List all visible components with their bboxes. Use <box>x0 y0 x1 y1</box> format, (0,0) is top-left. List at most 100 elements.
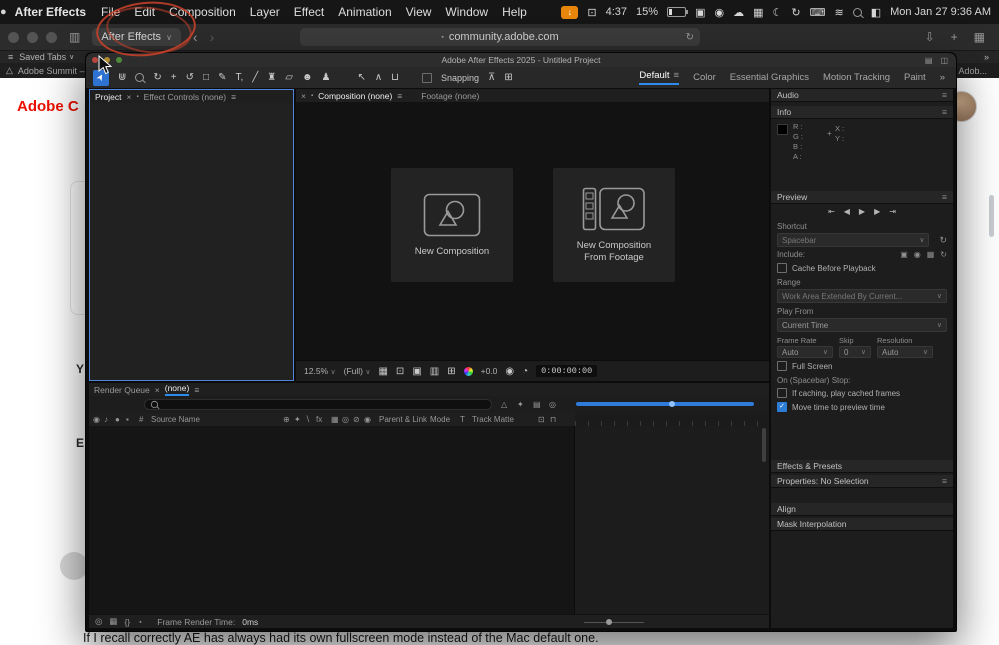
preview-time-icon[interactable]: ◔ <box>522 366 528 377</box>
panel-menu-icon[interactable]: ≡ <box>942 192 947 202</box>
transparency-grid-icon[interactable]: ▥ <box>430 366 439 377</box>
close-window-button[interactable] <box>8 31 19 43</box>
panel-menu-icon[interactable]: ≡ <box>231 92 236 102</box>
solo-column-icon[interactable]: ● <box>115 415 120 424</box>
tab-render-queue[interactable]: Render Queue <box>94 385 150 395</box>
column-parent-link[interactable]: Parent & Link <box>379 415 427 424</box>
snapping-checkbox[interactable] <box>421 72 432 83</box>
workspace-menu-icon[interactable]: ≡ <box>674 70 680 81</box>
shape-tool[interactable]: □ <box>203 72 209 83</box>
camera-icon[interactable]: ◉ <box>714 6 724 19</box>
resolution-dropdown[interactable]: (Full) ∨ <box>344 366 371 376</box>
tab-effect-controls[interactable]: Effect Controls (none) <box>144 92 227 102</box>
menubar-orange-badge-icon[interactable]: ↓ <box>561 5 579 19</box>
menu-effect[interactable]: Effect <box>294 5 324 19</box>
expand-column-icon[interactable]: ⊓ <box>550 415 556 424</box>
rotation-tool[interactable]: ↺ <box>186 72 194 83</box>
skip-dropdown[interactable]: 0 ∨ <box>839 346 871 358</box>
draft-3d-icon[interactable]: ✦ <box>517 400 524 409</box>
snap-option-icon[interactable]: ⊞ <box>504 72 512 83</box>
type-tool[interactable]: T, <box>235 72 243 83</box>
grid-icon[interactable]: ▦ <box>753 6 763 19</box>
minimize-window-button[interactable] <box>27 31 38 43</box>
guides-icon[interactable]: ⊞ <box>447 366 455 377</box>
new-composition-from-footage-button[interactable]: New Composition From Footage <box>553 168 675 282</box>
moon-icon[interactable]: ☾ <box>772 6 782 19</box>
info-panel-header[interactable]: Info ≡ <box>771 106 953 119</box>
play-from-dropdown[interactable]: Current Time ∨ <box>777 318 947 332</box>
timeline-scrollbar[interactable] <box>762 428 766 462</box>
include-audio-icon[interactable]: ◉ <box>914 250 921 259</box>
ae-titlebar[interactable]: Adobe After Effects 2025 - Untitled Proj… <box>86 53 956 67</box>
work-area-bar[interactable] <box>576 401 754 407</box>
column-source-name[interactable]: Source Name <box>151 415 200 424</box>
forward-button[interactable]: › <box>210 29 215 45</box>
project-panel-body[interactable] <box>90 103 293 380</box>
close-icon[interactable]: × <box>301 91 306 101</box>
zoom-tool[interactable] <box>135 73 145 82</box>
time-icon[interactable]: ◔ <box>137 617 142 627</box>
full-screen-checkbox[interactable] <box>777 361 787 371</box>
menu-animation[interactable]: Animation <box>338 5 391 19</box>
expand-layers-icon[interactable]: ▦ <box>109 616 117 627</box>
panel-menu-icon[interactable]: ≡ <box>942 90 947 100</box>
motion-blur-icon[interactable]: ◎ <box>549 400 556 409</box>
timecode-display[interactable]: 0:00:00:00 <box>536 365 598 377</box>
column-t[interactable]: T <box>460 415 465 424</box>
column-number[interactable]: # <box>139 415 143 424</box>
orbit-tool[interactable]: ↻ <box>153 72 161 83</box>
brush-tool[interactable]: ╱ <box>252 72 258 83</box>
audio-column-icon[interactable]: ♪ <box>104 415 108 424</box>
tab-footage[interactable]: Footage (none) <box>421 91 479 101</box>
frame-blend-icon[interactable]: ▦ <box>331 415 339 424</box>
reload-icon[interactable]: ↻ <box>686 32 694 43</box>
ae-titlebar-icon[interactable]: ◫ <box>940 56 948 65</box>
hamburger-icon[interactable]: ≡ <box>8 52 13 62</box>
next-frame-button[interactable]: ▶ <box>874 207 880 216</box>
window-icon[interactable]: ▣ <box>695 6 705 19</box>
move-time-row[interactable]: ✓ Move time to preview time <box>771 400 953 414</box>
column-mode[interactable]: Mode <box>430 415 450 424</box>
properties-header[interactable]: Properties: No Selection ≡ <box>771 475 953 488</box>
sidebar-icon[interactable]: ▥ <box>69 30 80 44</box>
move-time-checkbox[interactable]: ✓ <box>777 402 787 412</box>
panel-menu-icon[interactable]: ≡ <box>942 476 947 486</box>
saved-tabs-label[interactable]: Saved Tabs <box>19 52 66 62</box>
workspace-essential-graphics[interactable]: Essential Graphics <box>730 72 809 83</box>
effects-presets-header[interactable]: Effects & Presets <box>771 460 953 473</box>
shy-icon[interactable]: ⊕ <box>283 415 290 424</box>
pen-tool[interactable]: ✎ <box>218 72 226 83</box>
panel-menu-icon[interactable]: ≡ <box>397 91 402 101</box>
panel-menu-icon[interactable]: ≡ <box>942 107 947 117</box>
caching-row[interactable]: If caching, play cached frames <box>771 386 953 400</box>
tab-project[interactable]: Project <box>95 92 121 102</box>
caching-checkbox[interactable] <box>777 388 787 398</box>
composition-mini-flowchart-icon[interactable]: △ <box>501 400 507 409</box>
eraser-tool[interactable]: ▱ <box>285 72 293 83</box>
preview-resolution-dropdown[interactable]: Auto ∨ <box>877 346 933 358</box>
magnification-dropdown[interactable]: 12.5% ∨ <box>304 366 336 376</box>
mask-interpolation-header[interactable]: Mask Interpolation <box>771 518 953 531</box>
adobe-community-logo[interactable]: Adobe C <box>17 98 85 115</box>
search-icon[interactable] <box>852 7 862 17</box>
grid-options-icon[interactable]: ▦ <box>378 366 387 377</box>
sync-icon[interactable]: ↻ <box>791 6 800 19</box>
3d-layer-icon[interactable]: ◉ <box>364 415 371 424</box>
pan-behind-tool[interactable]: + <box>171 72 177 83</box>
quality-icon[interactable]: ∖ <box>305 415 310 424</box>
layer-list-area[interactable] <box>89 426 575 614</box>
play-button[interactable]: ▶ <box>859 207 865 216</box>
align-header[interactable]: Align <box>771 503 953 516</box>
menu-window[interactable]: Window <box>445 5 488 19</box>
adjustment-layer-icon[interactable]: ⊘ <box>353 415 360 424</box>
address-bar[interactable]: ▪ community.adobe.com ↻ <box>300 28 700 46</box>
workspace-default[interactable]: Default ≡ <box>639 70 680 85</box>
close-icon[interactable]: × <box>155 385 160 395</box>
region-of-interest-icon[interactable]: ▣ <box>412 366 421 377</box>
zoom-window-button[interactable] <box>46 31 57 43</box>
first-frame-button[interactable]: ⇤ <box>828 207 835 216</box>
workspace-paint[interactable]: Paint <box>904 72 926 83</box>
frame-blending-icon[interactable]: ▤ <box>533 400 541 409</box>
frame-rate-dropdown[interactable]: Auto ∨ <box>777 346 833 358</box>
shortcut-dropdown[interactable]: Spacebar ∨ <box>777 233 930 247</box>
